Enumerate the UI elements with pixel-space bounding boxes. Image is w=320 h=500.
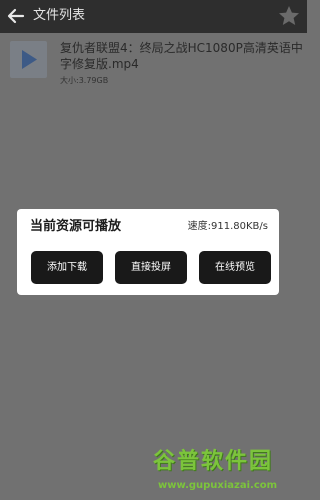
watermark-logo: 谷普软件园 xyxy=(153,449,274,474)
download-speed: 速度:911.80KB/s xyxy=(187,221,268,232)
file-size: 大小:3.79GB xyxy=(60,76,109,85)
file-list-item[interactable]: 复仇者联盟4：终局之战HC1080P高清英语中字修复版.mp4 大小:3.79G… xyxy=(0,33,307,89)
online-preview-button[interactable]: 在线预览 xyxy=(199,251,271,284)
top-bar: 文件列表 xyxy=(0,0,307,33)
add-download-button[interactable]: 添加下载 xyxy=(31,251,103,284)
page-title: 文件列表 xyxy=(33,8,86,23)
file-name: 复仇者联盟4：终局之战HC1080P高清英语中字修复版.mp4 xyxy=(60,41,303,71)
watermark: 谷普软件园 www.gupuxiazai.com xyxy=(150,448,307,500)
video-play-icon xyxy=(10,41,47,78)
direct-cast-button[interactable]: 直接投屏 xyxy=(115,251,187,284)
star-icon[interactable] xyxy=(277,4,301,28)
dialog-title: 当前资源可播放 xyxy=(30,219,122,234)
watermark-url: www.gupuxiazai.com xyxy=(158,480,278,491)
resource-dialog: 当前资源可播放 速度:911.80KB/s 添加下载 直接投屏 在线预览 xyxy=(17,209,279,295)
back-arrow-icon[interactable] xyxy=(6,6,26,26)
